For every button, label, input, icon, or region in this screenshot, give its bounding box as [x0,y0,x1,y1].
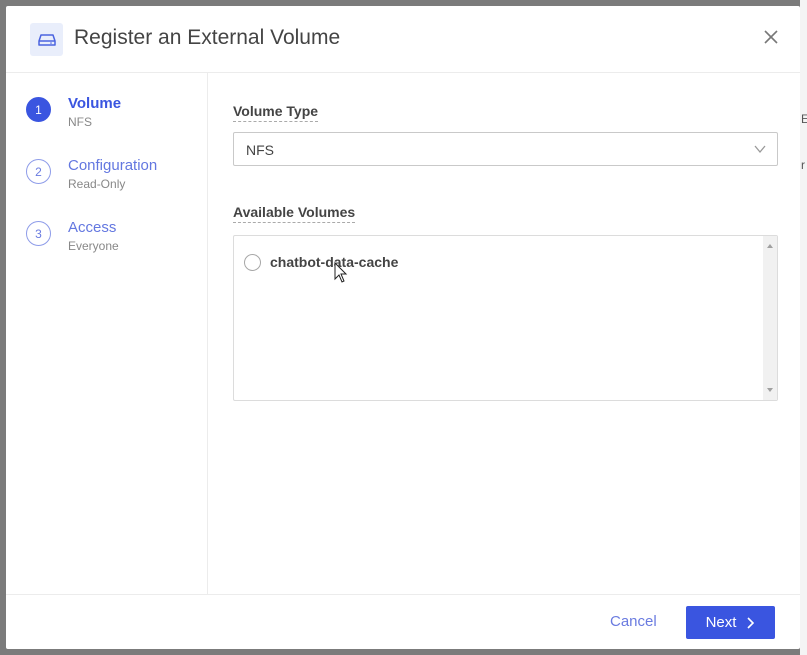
step-access[interactable]: 3 Access Everyone [26,219,206,271]
step-number: 3 [26,221,51,246]
step-number: 2 [26,159,51,184]
scroll-up-icon[interactable] [767,244,773,248]
background-page: E r [800,0,807,655]
dialog-footer: Cancel Next [6,594,800,649]
volume-type-label: Volume Type [233,103,319,122]
step-label: Volume [68,95,122,112]
cancel-button[interactable]: Cancel [610,613,657,630]
step-configuration[interactable]: 2 Configuration Read-Only [26,157,206,209]
step-number: 1 [26,97,51,122]
list-scrollbar[interactable] [763,236,777,400]
step-label: Configuration [68,157,158,174]
step-sublabel: NFS [68,115,92,129]
available-volumes-list: chatbot-data-cache [233,235,778,401]
step-sublabel: Everyone [68,239,119,253]
volume-option[interactable]: chatbot-data-cache [244,252,544,274]
step-volume[interactable]: 1 Volume NFS [26,95,206,147]
step-content: Volume Type NFS Available Volumes chatbo… [209,73,800,594]
step-label: Access [68,219,117,236]
volume-type-value: NFS [246,142,274,158]
scroll-down-icon[interactable] [767,388,773,392]
dialog-title: Register an External Volume [74,26,341,49]
dialog-header: Register an External Volume [6,6,800,73]
close-icon[interactable] [762,28,780,46]
next-button[interactable]: Next [686,606,775,639]
volume-name: chatbot-data-cache [270,254,399,270]
register-volume-dialog: Register an External Volume 1 Volume NFS… [6,6,800,649]
drive-icon [30,23,63,56]
volume-radio[interactable] [244,254,261,271]
wizard-steps: 1 Volume NFS 2 Configuration Read-Only 3… [6,73,208,594]
step-sublabel: Read-Only [68,177,126,191]
volume-type-select[interactable]: NFS [233,132,778,166]
available-volumes-label: Available Volumes [233,204,356,223]
next-label: Next [705,614,737,631]
chevron-right-icon [747,616,755,629]
chevron-down-icon [754,145,766,154]
